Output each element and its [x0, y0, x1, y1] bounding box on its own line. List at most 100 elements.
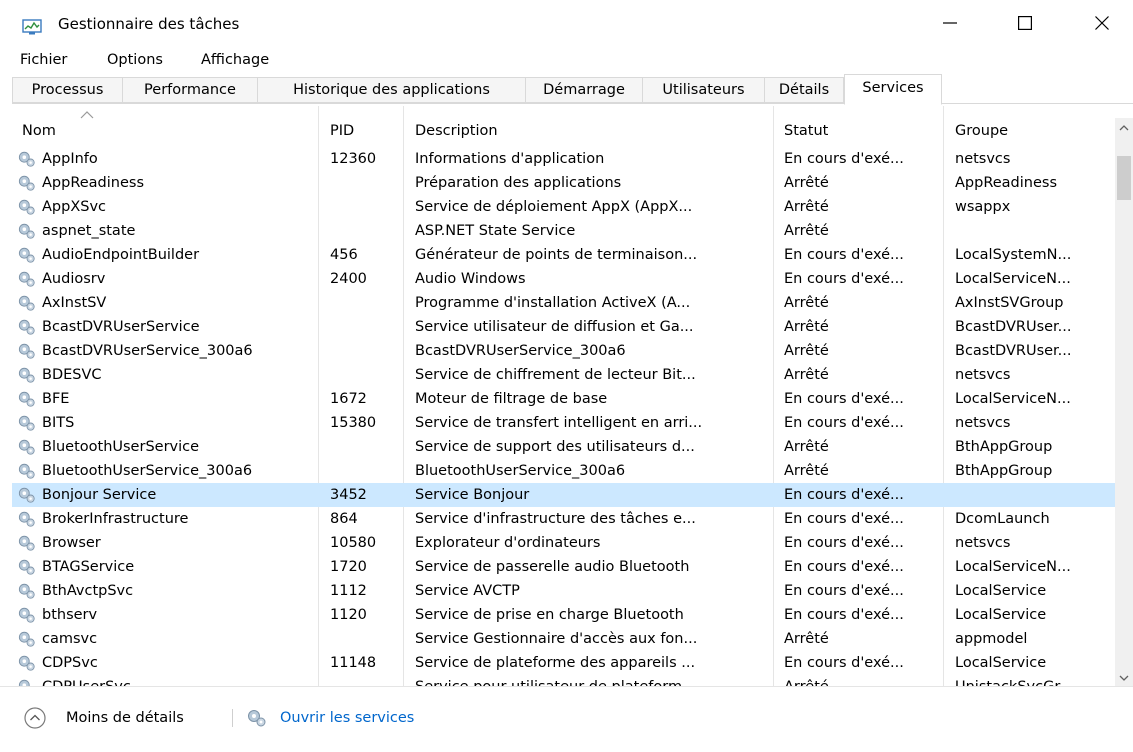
service-name: camsvc — [42, 631, 98, 647]
column-header-nom[interactable]: Nom — [22, 120, 56, 142]
service-status: En cours d'exé... — [784, 607, 904, 623]
tab-services[interactable]: Services — [844, 74, 942, 105]
table-row[interactable]: bthserv 1120 Service de prise en charge Bl… — [12, 603, 1115, 627]
table-row[interactable]: BluetoothUserService_300a6 BluetoothUserS… — [12, 459, 1115, 483]
table-row[interactable]: AudioEndpointBuilder 456 Générateur de poi… — [12, 243, 1115, 267]
service-status: En cours d'exé... — [784, 583, 904, 599]
table-row[interactable]: BFE 1672 Moteur de filtrage de base En cour… — [12, 387, 1115, 411]
service-gear-icon — [17, 414, 37, 432]
window-title: Gestionnaire des tâches — [58, 15, 240, 33]
service-description: Service d'infrastructure des tâches e... — [415, 511, 696, 527]
table-row[interactable]: aspnet_state ASP.NET State Service Arrêté — [12, 219, 1115, 243]
table-row[interactable]: AppXSvc Service de déploiement AppX (AppX… — [12, 195, 1115, 219]
service-name: AppInfo — [42, 151, 98, 167]
fewer-details-label[interactable]: Moins de détails — [66, 707, 184, 729]
service-pid — [330, 195, 400, 219]
tab-processus[interactable]: Processus — [12, 77, 123, 103]
scroll-down-button[interactable] — [1115, 668, 1133, 686]
service-group: LocalService — [955, 607, 1047, 623]
service-gear-icon — [17, 558, 37, 576]
task-manager-window: Gestionnaire des tâches Fichier Options … — [0, 0, 1133, 752]
table-row[interactable]: BcastDVRUserService_300a6 BcastDVRUserSer… — [12, 339, 1115, 363]
minimize-button[interactable] — [928, 8, 972, 42]
service-description: Explorateur d'ordinateurs — [415, 535, 601, 551]
service-group: LocalService — [955, 655, 1047, 671]
column-header-groupe[interactable]: Groupe — [955, 120, 1008, 142]
service-name: BluetoothUserService — [42, 439, 200, 455]
tab-utilisateurs[interactable]: Utilisateurs — [643, 77, 765, 103]
service-gear-icon — [17, 438, 37, 456]
maximize-button[interactable] — [1003, 8, 1047, 42]
service-description: Service Bonjour — [415, 487, 530, 503]
fewer-details-button[interactable] — [24, 707, 46, 729]
service-status: Arrêté — [784, 675, 949, 686]
table-row[interactable]: Audiosrv 2400 Audio Windows En cours d'exé.… — [12, 267, 1115, 291]
service-group: DcomLaunch — [955, 511, 1050, 527]
table-row[interactable]: CDPUserSvc Service pour utilisateur de pl… — [12, 675, 1115, 686]
service-gear-icon — [17, 630, 37, 648]
table-row[interactable]: Bonjour Service 3452 Service Bonjour En cou… — [12, 483, 1115, 507]
table-row[interactable]: BluetoothUserService Service de support d… — [12, 435, 1115, 459]
service-description: Service pour utilisateur de plateform... — [415, 675, 775, 686]
table-row[interactable]: CDPSvc 11148 Service de plateforme des app… — [12, 651, 1115, 675]
service-pid: 15380 — [330, 415, 377, 431]
table-row[interactable]: AxInstSV Programme d'installation ActiveX… — [12, 291, 1115, 315]
table-row[interactable]: AppInfo 12360 Informations d'application En… — [12, 147, 1115, 171]
menu-affichage[interactable]: Affichage — [201, 50, 269, 70]
table-row[interactable]: BrokerInfrastructure 864 Service d'infrast… — [12, 507, 1115, 531]
service-name: BrokerInfrastructure — [42, 511, 189, 527]
table-row[interactable]: BTAGService 1720 Service de passerelle aud… — [12, 555, 1115, 579]
service-group: netsvcs — [955, 415, 1011, 431]
menu-options[interactable]: Options — [107, 50, 163, 70]
service-group: netsvcs — [955, 151, 1011, 167]
service-group — [955, 219, 1113, 243]
service-group: BcastDVRUser... — [955, 319, 1072, 335]
service-status: En cours d'exé... — [784, 511, 904, 527]
service-status: Arrêté — [784, 223, 829, 239]
menu-fichier[interactable]: Fichier — [20, 50, 67, 70]
service-description: Service utilisateur de diffusion et Ga..… — [415, 319, 694, 335]
vertical-scrollbar[interactable] — [1115, 118, 1133, 686]
column-header-statut[interactable]: Statut — [784, 120, 828, 142]
service-gear-icon — [17, 174, 37, 192]
column-header-description[interactable]: Description — [415, 120, 498, 142]
table-row[interactable]: BthAvctpSvc 1112 Service AVCTP En cours d'e… — [12, 579, 1115, 603]
tab-historique[interactable]: Historique des applications — [258, 77, 526, 103]
service-name: BFE — [42, 391, 70, 407]
table-row[interactable]: BcastDVRUserService Service utilisateur d… — [12, 315, 1115, 339]
footer-bar: Moins de détails Ouvrir les services — [0, 686, 1133, 752]
service-status: Arrêté — [784, 463, 829, 479]
service-gear-icon — [17, 678, 37, 686]
tab-details[interactable]: Détails — [765, 77, 844, 103]
service-gear-icon — [17, 366, 37, 384]
service-description: Service de déploiement AppX (AppX... — [415, 199, 693, 215]
column-header-pid[interactable]: PID — [330, 120, 354, 142]
table-row[interactable]: Browser 10580 Explorateur d'ordinateurs En … — [12, 531, 1115, 555]
service-group: BcastDVRUser... — [955, 343, 1072, 359]
service-gear-icon — [17, 294, 37, 312]
service-name: AppReadiness — [42, 175, 145, 191]
service-pid: 1112 — [330, 583, 367, 599]
scroll-thumb[interactable] — [1117, 156, 1131, 200]
service-name: BTAGService — [42, 559, 135, 575]
scroll-up-button[interactable] — [1115, 118, 1133, 136]
tab-performance[interactable]: Performance — [123, 77, 258, 103]
service-pid: 864 — [330, 511, 358, 527]
maximize-icon — [1018, 16, 1033, 34]
close-button[interactable] — [1080, 8, 1124, 42]
service-name: AxInstSV — [42, 295, 107, 311]
service-pid — [330, 363, 400, 387]
open-services-link[interactable]: Ouvrir les services — [280, 707, 414, 729]
service-name: CDPUserSvc — [42, 675, 332, 686]
table-row[interactable]: AppReadiness Préparation des applications… — [12, 171, 1115, 195]
service-group: LocalServiceN... — [955, 391, 1071, 407]
service-description: Moteur de filtrage de base — [415, 391, 608, 407]
table-row[interactable]: BDESVC Service de chiffrement de lecteur … — [12, 363, 1115, 387]
title-bar[interactable]: Gestionnaire des tâches — [0, 0, 1133, 46]
table-row[interactable]: BITS 15380 Service de transfert intelligen… — [12, 411, 1115, 435]
tab-demarrage[interactable]: Démarrage — [526, 77, 643, 103]
service-status: Arrêté — [784, 631, 829, 647]
service-gear-icon — [17, 390, 37, 408]
table-row[interactable]: camsvc Service Gestionnaire d'accès aux f… — [12, 627, 1115, 651]
service-group: LocalService — [955, 583, 1047, 599]
